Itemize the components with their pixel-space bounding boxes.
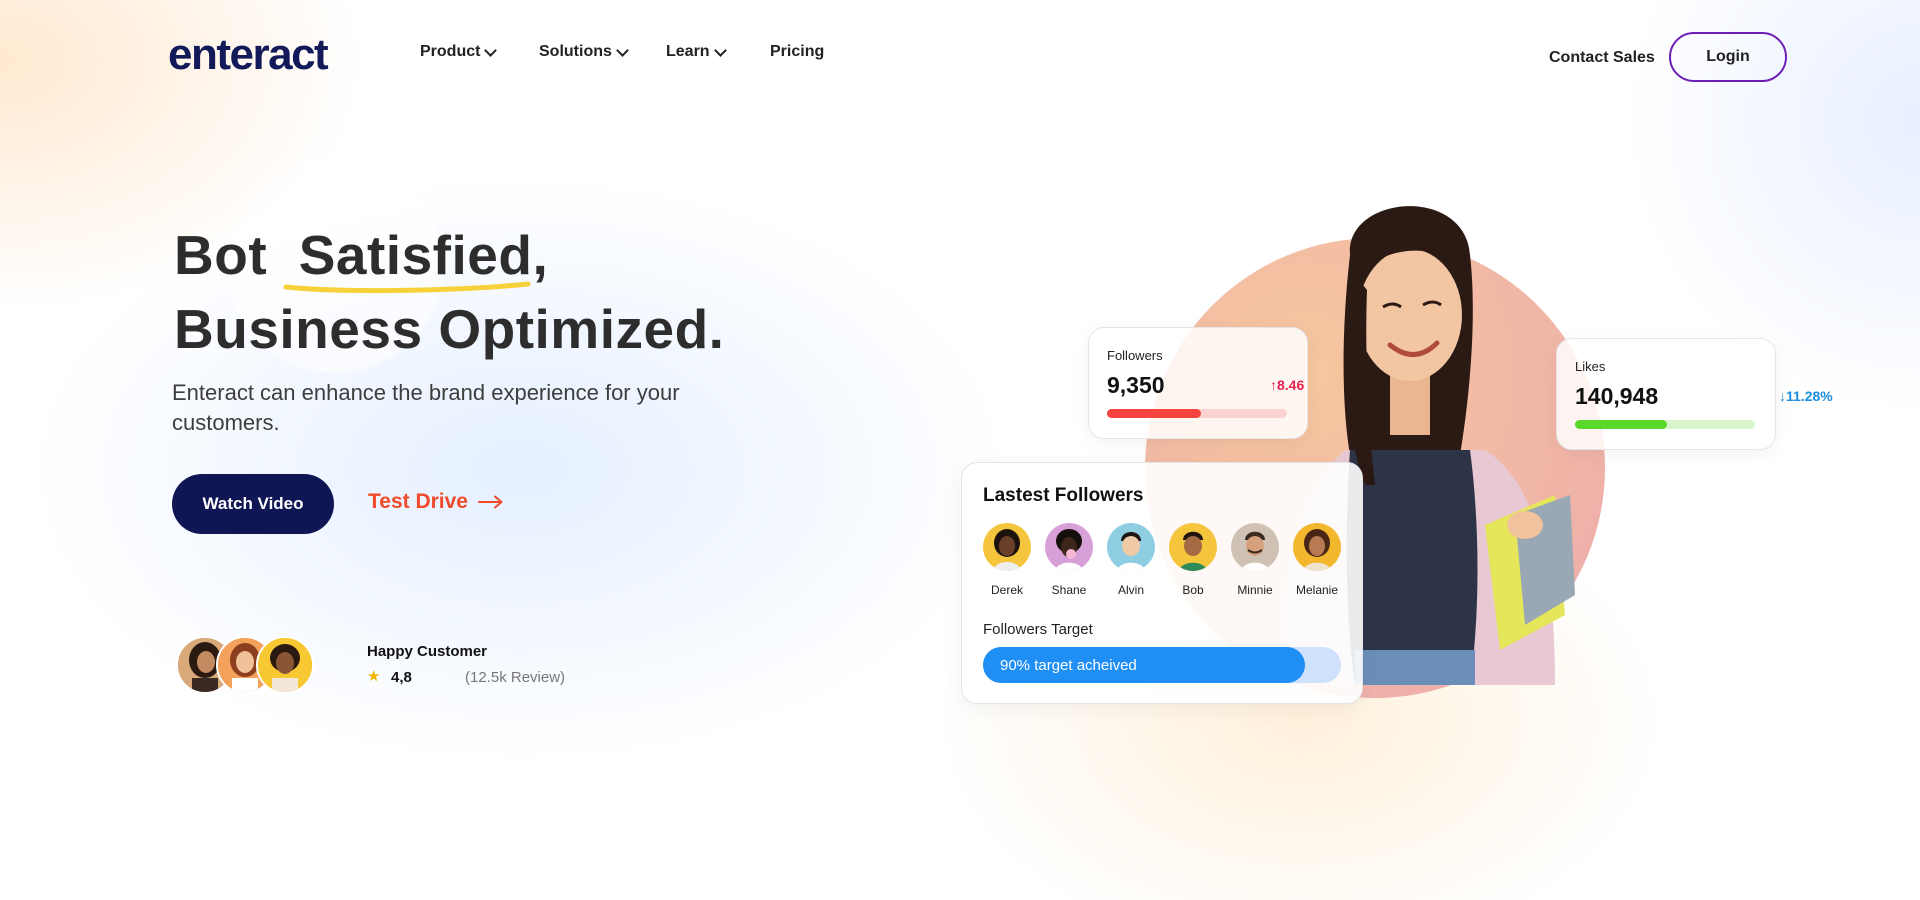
highlight-underline: [283, 281, 531, 294]
follower-name: Derek: [990, 583, 1023, 597]
nav-product-label: Product: [420, 43, 481, 60]
follower-avatar: [1169, 523, 1217, 571]
customer-avatars: [176, 636, 314, 694]
nav-solutions[interactable]: Solutions: [539, 43, 629, 61]
follower-name: Shane: [1051, 583, 1087, 597]
test-drive-link[interactable]: Test Drive: [368, 490, 504, 514]
likes-progress-track: [1575, 420, 1755, 429]
star-icon: ★: [367, 668, 381, 685]
hero-title-word-bot: Bot: [174, 224, 268, 286]
latest-followers-title: Lastest Followers: [983, 485, 1144, 506]
nav-solutions-label: Solutions: [539, 43, 612, 60]
follower-item[interactable]: Shane: [1045, 523, 1093, 597]
review-count: (12.5k Review): [465, 669, 566, 686]
followers-target-text: 90% target acheived: [1000, 656, 1137, 674]
chevron-down-icon: [484, 43, 498, 57]
contact-sales-link[interactable]: Contact Sales: [1549, 49, 1655, 67]
follower-avatar: [983, 523, 1031, 571]
nav-pricing-label: Pricing: [770, 43, 825, 60]
followers-progress-track: [1107, 409, 1287, 418]
follower-item[interactable]: Derek: [983, 523, 1031, 597]
likes-label: Likes: [1575, 359, 1606, 374]
follower-avatar: [1107, 523, 1155, 571]
nav-learn-label: Learn: [666, 43, 710, 60]
follower-avatar: [1231, 523, 1279, 571]
follower-item[interactable]: Alvin: [1107, 523, 1155, 597]
watch-video-button[interactable]: Watch Video: [172, 474, 334, 534]
customer-avatar: [256, 636, 314, 694]
likes-change-value: 11.28%: [1786, 388, 1833, 404]
nav-product[interactable]: Product: [420, 43, 498, 61]
chevron-down-icon: [713, 43, 727, 57]
hero-title-line2: Business Optimized.: [174, 298, 725, 360]
follower-avatar: [1045, 523, 1093, 571]
followers-change: ↑8.46: [1270, 377, 1304, 393]
enteract-logo[interactable]: enteract: [168, 30, 329, 80]
rating-value: 4,8: [391, 669, 412, 686]
arrow-up-icon: ↑: [1270, 377, 1277, 393]
followers-change-value: 8.46: [1277, 377, 1305, 393]
followers-target-track: 90% target acheived: [983, 647, 1341, 683]
follower-name: Melanie: [1295, 583, 1339, 597]
hero-title-word-satisfied: Satisfied,: [298, 224, 549, 286]
followers-progress-fill: [1107, 409, 1201, 418]
test-drive-label: Test Drive: [368, 490, 468, 513]
hero-subtitle: Enteract can enhance the brand experienc…: [172, 380, 680, 435]
arrow-down-icon: ↓: [1779, 388, 1786, 404]
happy-customer-label: Happy Customer: [367, 643, 488, 660]
followers-value: 9,350: [1107, 372, 1165, 398]
latest-followers-card: Lastest Followers Derek Shane Alvin Bob …: [961, 462, 1363, 704]
follower-list: Derek Shane Alvin Bob Minnie Melanie: [983, 523, 1341, 597]
nav-learn[interactable]: Learn: [666, 43, 727, 61]
followers-target-fill: 90% target acheived: [983, 647, 1306, 683]
follower-name: Alvin: [1117, 583, 1144, 597]
follower-name: Minnie: [1237, 583, 1273, 597]
follower-item[interactable]: Melanie: [1293, 523, 1341, 597]
arrow-right-icon: [478, 495, 503, 509]
likes-value: 140,948: [1575, 383, 1659, 409]
followers-label: Followers: [1107, 348, 1163, 363]
likes-progress-fill: [1575, 420, 1667, 429]
likes-change: ↓11.28%: [1779, 388, 1833, 404]
login-button[interactable]: Login: [1669, 32, 1787, 82]
nav-pricing[interactable]: Pricing: [770, 43, 824, 61]
follower-item[interactable]: Bob: [1169, 523, 1217, 597]
followers-target-label: Followers Target: [983, 621, 1093, 638]
chevron-down-icon: [616, 43, 629, 57]
follower-name: Bob: [1182, 583, 1204, 597]
follower-item[interactable]: Minnie: [1231, 523, 1279, 597]
follower-avatar: [1293, 523, 1341, 571]
likes-stat-card: Likes 140,948: [1556, 338, 1776, 450]
